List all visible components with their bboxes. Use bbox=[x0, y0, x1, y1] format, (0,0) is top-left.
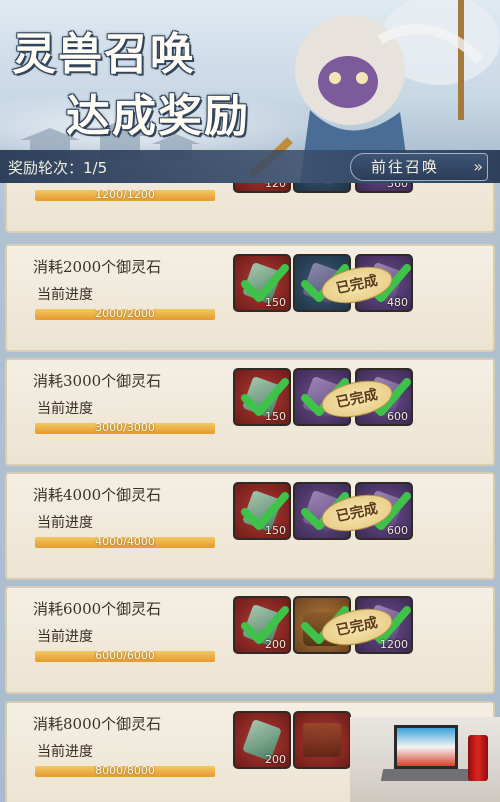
progress-label: 当前进度 bbox=[37, 287, 93, 303]
card-title: 消耗8000个御灵石 bbox=[33, 715, 162, 733]
progress-bar: 3000/3000 bbox=[35, 423, 215, 434]
reward-list[interactable]: 1200/1200 120 360 消耗2000个御灵石 当前进度 2000/2000 15… bbox=[0, 183, 500, 802]
reward-slot[interactable] bbox=[293, 183, 351, 193]
treasure-chest-icon bbox=[303, 723, 341, 757]
progress-bar: 4000/4000 bbox=[35, 537, 215, 548]
progress-bar: 6000/6000 bbox=[35, 651, 215, 662]
soda-can-icon bbox=[468, 735, 488, 781]
reward-slot[interactable]: 200 bbox=[233, 711, 291, 769]
card-title: 消耗3000个御灵石 bbox=[33, 372, 162, 390]
reward-card: 消耗4000个御灵石 当前进度 4000/4000 150 600 已完成 bbox=[5, 472, 495, 580]
reward-quantity: 120 bbox=[265, 183, 286, 190]
progress-bar: 8000/8000 bbox=[35, 766, 215, 777]
progress-label: 当前进度 bbox=[37, 744, 93, 760]
card-title: 消耗6000个御灵石 bbox=[33, 600, 162, 618]
reward-quantity: 150 bbox=[265, 410, 286, 423]
reward-card: 消耗6000个御灵石 当前进度 6000/6000 200 1200 已完成 bbox=[5, 586, 495, 694]
progress-bar: 2000/2000 bbox=[35, 309, 215, 320]
reward-quantity: 200 bbox=[265, 638, 286, 651]
reward-slot[interactable]: 150 bbox=[233, 482, 291, 540]
reward-quantity: 600 bbox=[387, 410, 408, 423]
progress-label: 当前进度 bbox=[37, 629, 93, 645]
reward-quantity: 200 bbox=[265, 753, 286, 766]
banner-title-line2: 达成奖励 bbox=[66, 91, 250, 142]
progress-text: 2000/2000 bbox=[95, 309, 155, 320]
reward-quantity: 600 bbox=[387, 524, 408, 537]
reward-slot[interactable]: 120 bbox=[233, 183, 291, 193]
reward-card: 消耗2000个御灵石 当前进度 2000/2000 150 480 已完成 bbox=[5, 244, 495, 352]
reward-slot[interactable]: 360 bbox=[355, 183, 413, 193]
reward-slot[interactable] bbox=[293, 711, 351, 769]
progress-bar: 1200/1200 bbox=[35, 190, 215, 201]
progress-label: 当前进度 bbox=[37, 401, 93, 417]
reward-slot[interactable]: 150 bbox=[233, 254, 291, 312]
reward-round-label: 奖励轮次：1/5 bbox=[8, 159, 108, 177]
header-banner: 灵兽召唤 达成奖励 奖励轮次：1/5 前往召唤 » bbox=[0, 0, 500, 183]
progress-text: 3000/3000 bbox=[95, 423, 155, 434]
reward-screen: 灵兽召唤 达成奖励 奖励轮次：1/5 前往召唤 » 1200/1200 120 36… bbox=[0, 0, 500, 802]
banner-title-line1: 灵兽召唤 bbox=[12, 29, 196, 80]
progress-text: 6000/6000 bbox=[95, 651, 155, 662]
laptop-screen-icon bbox=[394, 725, 458, 769]
reward-card: 消耗3000个御灵石 当前进度 3000/3000 150 600 已完成 bbox=[5, 358, 495, 466]
double-chevron-right-icon: » bbox=[473, 157, 483, 176]
goto-summon-button[interactable]: 前往召唤 » bbox=[350, 153, 488, 181]
reward-slot[interactable]: 200 bbox=[233, 596, 291, 654]
overlay-photo-laptop bbox=[350, 717, 500, 802]
goto-summon-label: 前往召唤 bbox=[371, 158, 440, 176]
progress-text: 8000/8000 bbox=[95, 766, 155, 777]
reward-quantity: 480 bbox=[387, 296, 408, 309]
progress-label: 当前进度 bbox=[37, 515, 93, 531]
laptop-base-icon bbox=[380, 769, 474, 781]
reward-slot[interactable]: 150 bbox=[233, 368, 291, 426]
reward-quantity: 360 bbox=[387, 183, 408, 190]
progress-text: 4000/4000 bbox=[95, 537, 155, 548]
card-title: 消耗2000个御灵石 bbox=[33, 258, 162, 276]
reward-quantity: 1200 bbox=[380, 638, 408, 651]
progress-text: 1200/1200 bbox=[95, 190, 155, 201]
reward-quantity: 150 bbox=[265, 296, 286, 309]
card-title: 消耗4000个御灵石 bbox=[33, 486, 162, 504]
checkmark-icon bbox=[301, 183, 349, 187]
reward-quantity: 150 bbox=[265, 524, 286, 537]
reward-card: 1200/1200 120 360 bbox=[5, 183, 495, 233]
